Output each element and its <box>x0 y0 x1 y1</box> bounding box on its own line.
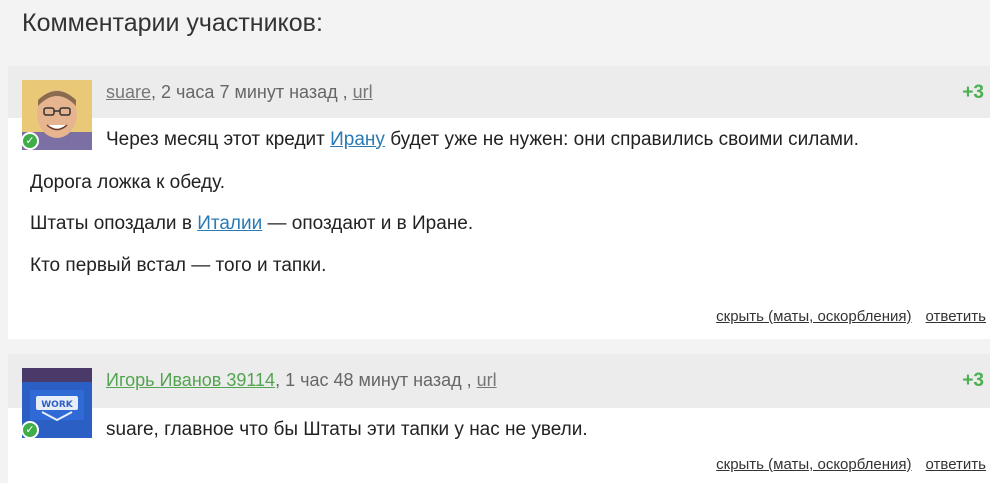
author-link[interactable]: suare <box>106 82 151 102</box>
reply-button[interactable]: ответить <box>926 456 986 473</box>
comments-page: Комментарии участников: ✓ suare, 2 часа … <box>0 0 990 483</box>
comment-actions: скрыть (маты, оскорбления) ответить <box>702 456 986 474</box>
url-link[interactable]: url <box>477 370 497 390</box>
comment-text-line: suare, главное что бы Штаты эти тапки у … <box>106 419 588 440</box>
hide-button[interactable]: скрыть (маты, оскорбления) <box>716 456 911 473</box>
comment-time: , 1 час 48 минут назад , <box>275 370 477 390</box>
svg-text:WORK: WORK <box>41 400 74 410</box>
comment-actions: скрыть (маты, оскорбления) ответить <box>702 308 986 326</box>
comment-rating: +3 <box>962 370 984 391</box>
comment-meta: Игорь Иванов 39114, 1 час 48 минут назад… <box>106 369 497 391</box>
text-fragment: — опоздают и в Иране. <box>262 213 474 234</box>
comment-meta: suare, 2 часа 7 минут назад , url <box>106 81 373 103</box>
comment-time: , 2 часа 7 минут назад , <box>151 82 353 102</box>
section-title: Комментарии участников: <box>22 9 323 37</box>
comment: WORK ✓ Игорь Иванов 39114, 1 час 48 мину… <box>8 354 990 483</box>
iran-link[interactable]: Ирану <box>330 129 385 150</box>
verified-check-icon: ✓ <box>21 132 39 150</box>
comment-text-line: Дорога ложка к обеду. <box>30 172 226 193</box>
comment-text-line: Через месяц этот кредит Ирану будет уже … <box>106 128 859 152</box>
comment-rating: +3 <box>962 82 984 103</box>
text-fragment: будет уже не нужен: они справились своим… <box>384 129 859 150</box>
text-fragment: Штаты опоздали в <box>30 213 198 234</box>
comment-text-line: Штаты опоздали в Италии — опоздают и в И… <box>30 212 473 236</box>
author-link[interactable]: Игорь Иванов 39114 <box>106 370 275 390</box>
hide-button[interactable]: скрыть (маты, оскорбления) <box>716 308 911 325</box>
text-fragment: Через месяц этот кредит <box>106 129 331 150</box>
url-link[interactable]: url <box>353 82 373 102</box>
comment-text-line: Кто первый встал — того и тапки. <box>30 255 327 276</box>
comment: ✓ suare, 2 часа 7 минут назад , url +3 Ч… <box>8 66 990 339</box>
italy-link[interactable]: Италии <box>197 213 262 234</box>
verified-check-icon: ✓ <box>21 421 39 439</box>
reply-button[interactable]: ответить <box>926 308 986 325</box>
